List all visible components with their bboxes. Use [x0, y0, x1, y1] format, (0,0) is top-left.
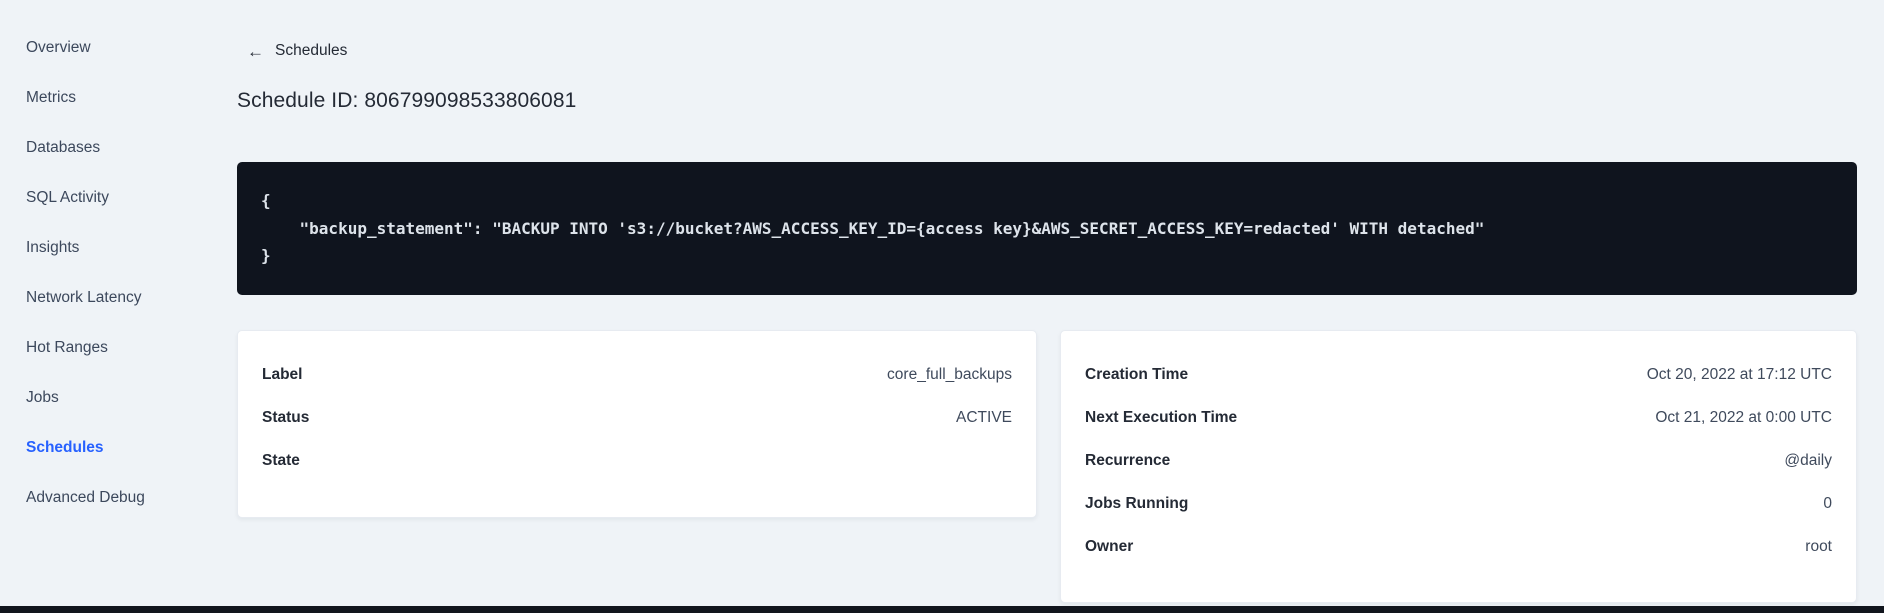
code-line: "backup_statement": "BACKUP INTO 's3://b…: [261, 218, 1485, 238]
recurrence-row: Recurrence @daily: [1085, 439, 1832, 482]
sidebar-item-insights[interactable]: Insights: [26, 223, 190, 273]
back-link-label: Schedules: [275, 42, 348, 59]
row-label: Jobs Running: [1085, 494, 1189, 512]
schedule-summary-card: Label core_full_backups Status ACTIVE St…: [237, 330, 1037, 518]
row-label: Status: [262, 408, 310, 426]
sidebar-item-sql-activity[interactable]: SQL Activity: [26, 173, 190, 223]
next-execution-time-row: Next Execution Time Oct 21, 2022 at 0:00…: [1085, 396, 1832, 439]
sidebar-item-jobs[interactable]: Jobs: [26, 373, 190, 423]
row-label: Creation Time: [1085, 365, 1189, 383]
status-row: Status ACTIVE: [262, 396, 1012, 439]
row-value: ACTIVE: [956, 408, 1012, 426]
sidebar-item-overview[interactable]: Overview: [26, 23, 190, 73]
state-row: State: [262, 439, 1012, 482]
sidebar-nav: Overview Metrics Databases SQL Activity …: [0, 23, 190, 523]
backup-statement-code-block: { "backup_statement": "BACKUP INTO 's3:/…: [237, 162, 1857, 295]
row-value: Oct 20, 2022 at 17:12 UTC: [1646, 365, 1832, 383]
label-row: Label core_full_backups: [262, 353, 1012, 396]
page-title: Schedule ID: 806799098533806081: [237, 89, 577, 112]
sidebar-item-advanced-debug[interactable]: Advanced Debug: [26, 473, 190, 523]
sidebar-item-hot-ranges[interactable]: Hot Ranges: [26, 323, 190, 373]
row-value: root: [1805, 537, 1832, 555]
schedule-detail-page: Overview Metrics Databases SQL Activity …: [0, 0, 1884, 613]
sidebar-item-network-latency[interactable]: Network Latency: [26, 273, 190, 323]
row-value: @daily: [1784, 451, 1832, 469]
row-label: Next Execution Time: [1085, 408, 1238, 426]
owner-row: Owner root: [1085, 525, 1832, 568]
execution-details-card: Creation Time Oct 20, 2022 at 17:12 UTC …: [1060, 330, 1857, 603]
code-line: }: [261, 246, 271, 265]
jobs-running-row: Jobs Running 0: [1085, 482, 1832, 525]
row-value: 0: [1823, 494, 1832, 512]
row-label: Label: [262, 365, 303, 383]
row-label: State: [262, 451, 300, 469]
back-arrow-icon: ←: [247, 41, 264, 61]
sidebar-item-databases[interactable]: Databases: [26, 123, 190, 173]
row-value: Oct 21, 2022 at 0:00 UTC: [1655, 408, 1832, 426]
row-label: Owner: [1085, 537, 1134, 555]
sidebar-item-schedules[interactable]: Schedules: [26, 423, 190, 473]
row-value: core_full_backups: [887, 365, 1012, 383]
creation-time-row: Creation Time Oct 20, 2022 at 17:12 UTC: [1085, 353, 1832, 396]
sidebar-item-metrics[interactable]: Metrics: [26, 73, 190, 123]
bottom-edge-bar: [0, 606, 1884, 613]
row-label: Recurrence: [1085, 451, 1171, 469]
back-to-schedules-link[interactable]: ← Schedules: [247, 42, 347, 60]
code-line: {: [261, 191, 271, 210]
